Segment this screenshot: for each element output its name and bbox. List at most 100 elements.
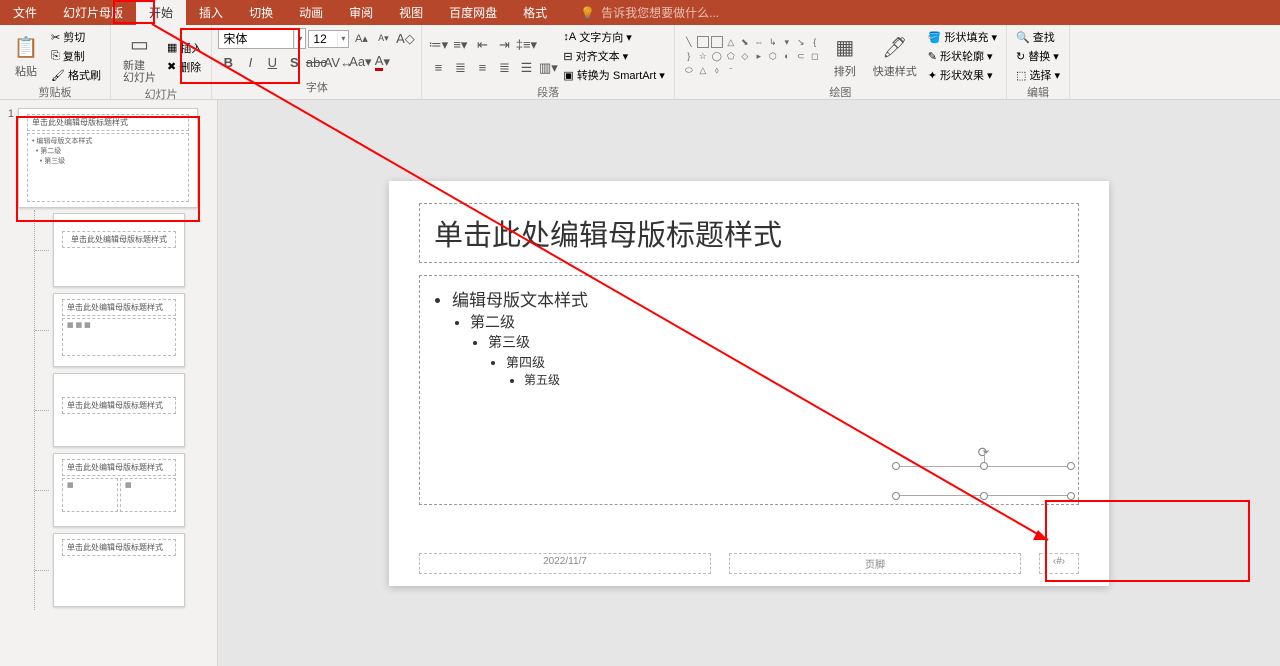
- resize-handle[interactable]: [1067, 492, 1075, 500]
- align-right-button[interactable]: ≡: [472, 58, 492, 78]
- distribute-button[interactable]: ☰: [516, 58, 536, 78]
- text-direction-icon: ↕A: [563, 31, 576, 43]
- layout-thumbnail[interactable]: 单击此处编辑母版标题样式: [53, 373, 185, 447]
- menu-slide-master[interactable]: 幻灯片母版: [50, 0, 136, 25]
- insert-icon: ▦: [167, 41, 177, 54]
- shape-fill-button[interactable]: 🪣形状填充 ▾: [925, 28, 1000, 46]
- cut-button[interactable]: ✂剪切: [48, 28, 104, 46]
- resize-handle[interactable]: [980, 492, 988, 500]
- selected-object[interactable]: ⟳: [896, 466, 1071, 496]
- chevron-down-icon: ▾: [337, 31, 348, 47]
- insert-slide-button[interactable]: ▦插入: [164, 39, 205, 57]
- underline-button[interactable]: U: [262, 52, 282, 72]
- group-slides: ▭ 新建 幻灯片 ▦插入 ✖删除 幻灯片: [111, 25, 212, 99]
- shadow-button[interactable]: S: [284, 52, 304, 72]
- menu-review[interactable]: 审阅: [336, 0, 386, 25]
- italic-button[interactable]: I: [240, 52, 260, 72]
- align-center-button[interactable]: ≣: [450, 58, 470, 78]
- group-drawing: ╲△⬊⇔↳▾ ↘{}☆◯⬠◇▸ ⬡◐⊂◻⬭△⬨⁼ ▦ 排列 🖊 快速样式 🪣形状…: [675, 25, 1007, 99]
- layout-thumbnail[interactable]: 单击此处编辑母版标题样式▦ ▦ ▦: [53, 293, 185, 367]
- group-clipboard: 📋 粘贴 ✂剪切 ⎘复制 🖌格式刷 剪贴板: [0, 25, 111, 99]
- char-spacing-button[interactable]: AV↔: [328, 52, 348, 72]
- menu-animations[interactable]: 动画: [286, 0, 336, 25]
- increase-font-button[interactable]: A▴: [351, 29, 371, 49]
- title-text: 单击此处编辑母版标题样式: [434, 212, 1064, 254]
- menu-baidu[interactable]: 百度网盘: [436, 0, 510, 25]
- slide-canvas[interactable]: 单击此处编辑母版标题样式 编辑母版文本样式 第二级 第三级 第四级 第五级: [389, 181, 1109, 586]
- font-size-combo[interactable]: 12 ▾: [308, 30, 349, 48]
- master-thumbnail[interactable]: 单击此处编辑母版标题样式 • 编辑母版文本样式 • 第二级 • 第三级: [18, 108, 198, 208]
- bold-button[interactable]: B: [218, 52, 238, 72]
- search-icon: 🔍: [1016, 31, 1030, 44]
- layout-tree: 单击此处编辑母版标题样式 单击此处编辑母版标题样式▦ ▦ ▦ 单击此处编辑母版标…: [34, 210, 217, 610]
- menu-transitions[interactable]: 切换: [236, 0, 286, 25]
- title-placeholder[interactable]: 单击此处编辑母版标题样式: [419, 203, 1079, 263]
- clear-format-button[interactable]: A◇: [395, 29, 415, 49]
- menu-format[interactable]: 格式: [510, 0, 560, 25]
- delete-slide-button[interactable]: ✖删除: [164, 58, 205, 76]
- justify-button[interactable]: ≣: [494, 58, 514, 78]
- slide-editor[interactable]: 单击此处编辑母版标题样式 编辑母版文本样式 第二级 第三级 第四级 第五级: [218, 100, 1280, 666]
- menu-file[interactable]: 文件: [0, 0, 50, 25]
- master-index: 1: [4, 108, 14, 208]
- menu-view[interactable]: 视图: [386, 0, 436, 25]
- thumbnail-panel[interactable]: 1 单击此处编辑母版标题样式 • 编辑母版文本样式 • 第二级 • 第三级 单击…: [0, 100, 218, 666]
- align-text-button[interactable]: ⊟对齐文本 ▾: [560, 47, 667, 65]
- text-direction-button[interactable]: ↕A文字方向 ▾: [560, 28, 667, 46]
- resize-handle[interactable]: [892, 462, 900, 470]
- select-icon: ⬚: [1016, 69, 1026, 82]
- smartart-icon: ▣: [563, 69, 573, 82]
- fill-icon: 🪣: [928, 31, 942, 44]
- paragraph-label: 段落: [428, 84, 667, 101]
- decrease-font-button[interactable]: A▾: [373, 29, 393, 49]
- date-placeholder[interactable]: 2022/11/7: [419, 553, 711, 574]
- decrease-indent-button[interactable]: ⇤: [472, 35, 492, 55]
- shapes-gallery[interactable]: ╲△⬊⇔↳▾ ↘{}☆◯⬠◇▸ ⬡◐⊂◻⬭△⬨⁼: [681, 34, 823, 78]
- lightbulb-icon: 💡: [580, 6, 595, 20]
- menu-home[interactable]: 开始: [136, 0, 186, 25]
- layout-thumbnail[interactable]: 单击此处编辑母版标题样式: [53, 533, 185, 607]
- numbering-button[interactable]: ≡▾: [450, 35, 470, 55]
- change-case-button[interactable]: Aa▾: [350, 52, 370, 72]
- slide-footer-row: 2022/11/7 页脚 ‹#›: [419, 553, 1079, 574]
- slidenum-placeholder[interactable]: ‹#›: [1039, 553, 1079, 574]
- footer-placeholder[interactable]: 页脚: [729, 553, 1021, 574]
- replace-button[interactable]: ↻替换 ▾: [1013, 47, 1063, 65]
- ribbon: 📋 粘贴 ✂剪切 ⎘复制 🖌格式刷 剪贴板 ▭ 新建 幻灯片 ▦插入 ✖删除 幻…: [0, 25, 1280, 100]
- select-button[interactable]: ⬚选择 ▾: [1013, 66, 1063, 84]
- resize-handle[interactable]: [1067, 462, 1075, 470]
- paste-button[interactable]: 📋 粘贴: [6, 31, 46, 81]
- line-spacing-button[interactable]: ‡≡▾: [516, 35, 536, 55]
- resize-handle[interactable]: [892, 492, 900, 500]
- increase-indent-button[interactable]: ⇥: [494, 35, 514, 55]
- arrange-button[interactable]: ▦ 排列: [825, 31, 865, 81]
- tell-me-search[interactable]: 💡 告诉我您想要做什么...: [580, 4, 719, 21]
- find-button[interactable]: 🔍查找: [1013, 28, 1063, 46]
- new-slide-label: 新建 幻灯片: [123, 60, 156, 84]
- shape-effects-button[interactable]: ✦形状效果 ▾: [925, 66, 1000, 84]
- workspace: 1 单击此处编辑母版标题样式 • 编辑母版文本样式 • 第二级 • 第三级 单击…: [0, 100, 1280, 666]
- shape-outline-button[interactable]: ✎形状轮廓 ▾: [925, 47, 1000, 65]
- align-text-icon: ⊟: [563, 50, 572, 63]
- bullets-button[interactable]: ≔▾: [428, 35, 448, 55]
- align-left-button[interactable]: ≡: [428, 58, 448, 78]
- font-color-button[interactable]: A▾: [372, 52, 392, 72]
- quick-styles-icon: 🖊: [881, 33, 909, 61]
- quick-styles-button[interactable]: 🖊 快速样式: [867, 31, 923, 81]
- columns-button[interactable]: ▥▾: [538, 58, 558, 78]
- brush-icon: 🖌: [51, 69, 65, 82]
- new-slide-button[interactable]: ▭ 新建 幻灯片: [117, 28, 162, 86]
- arrange-icon: ▦: [831, 33, 859, 61]
- layout-thumbnail[interactable]: 单击此处编辑母版标题样式: [53, 213, 185, 287]
- body-level-3: 第三级 第四级 第五级: [488, 332, 1064, 388]
- copy-button[interactable]: ⎘复制: [48, 47, 104, 65]
- convert-smartart-button[interactable]: ▣转换为 SmartArt ▾: [560, 66, 667, 84]
- layout-thumbnail[interactable]: 单击此处编辑母版标题样式▦▦: [53, 453, 185, 527]
- resize-handle[interactable]: [980, 462, 988, 470]
- paste-label: 粘贴: [15, 63, 37, 79]
- format-painter-button[interactable]: 🖌格式刷: [48, 66, 104, 84]
- menu-insert[interactable]: 插入: [186, 0, 236, 25]
- clipboard-label: 剪贴板: [6, 84, 104, 101]
- body-level-5: 第五级: [524, 371, 1064, 388]
- font-name-combo[interactable]: 宋体 ▾: [218, 28, 306, 49]
